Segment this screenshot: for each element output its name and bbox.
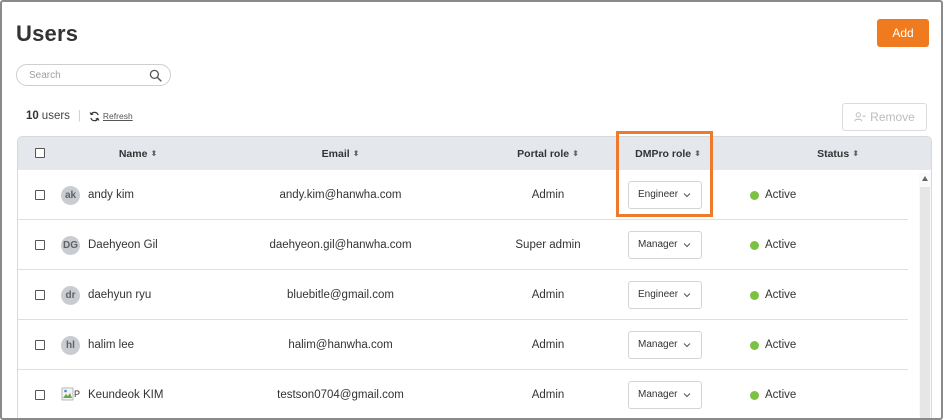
- search-input[interactable]: [29, 68, 149, 83]
- status-text: Active: [765, 239, 797, 251]
- search-icon[interactable]: [149, 69, 162, 82]
- sort-icon[interactable]: ⬍: [353, 137, 360, 170]
- dmpro-role-value: Manager: [638, 339, 678, 350]
- dmpro-role-value: Manager: [638, 239, 678, 250]
- dmpro-role-select[interactable]: Manager: [628, 231, 702, 259]
- dmpro-role-select[interactable]: Engineer: [628, 281, 702, 309]
- status-text: Active: [765, 339, 797, 351]
- user-count-unit: users: [41, 110, 70, 122]
- column-header-dmpro-role[interactable]: DMPro role ⬍: [618, 137, 718, 170]
- remove-button-label: Remove: [870, 110, 915, 124]
- dmpro-role-select[interactable]: Manager: [628, 331, 702, 359]
- remove-user-icon: [854, 112, 866, 122]
- dmpro-role-select[interactable]: Manager: [628, 381, 702, 409]
- user-email: testson0704@gmail.com: [277, 389, 404, 401]
- avatar: dr: [61, 286, 80, 305]
- user-email: halim@hanwha.com: [288, 339, 393, 351]
- status-indicator: [750, 241, 759, 250]
- user-count: 10: [26, 110, 39, 122]
- column-header-email-label: Email: [321, 148, 350, 160]
- user-count-row: 10 users | Refresh: [26, 110, 133, 122]
- status-indicator: [750, 291, 759, 300]
- row-checkbox[interactable]: [35, 290, 45, 300]
- sort-icon[interactable]: ⬍: [694, 137, 701, 170]
- row-checkbox[interactable]: [35, 240, 45, 250]
- avatar-alt-text: P: [74, 389, 80, 399]
- portal-role: Admin: [531, 389, 565, 401]
- scroll-up-arrow-icon[interactable]: [922, 176, 928, 181]
- table-row[interactable]: dr daehyun ryu bluebitle@gmail.com Admin…: [18, 270, 908, 320]
- portal-role: Admin: [531, 339, 565, 351]
- table-row[interactable]: hl halim lee halim@hanwha.com Admin Mana…: [18, 320, 908, 370]
- user-name: Daehyeon Gil: [88, 239, 158, 251]
- refresh-link[interactable]: Refresh: [103, 111, 133, 121]
- add-button[interactable]: Add: [877, 19, 929, 47]
- search-box[interactable]: [16, 64, 171, 86]
- column-header-portal-role-label: Portal role: [517, 148, 570, 160]
- user-name: Keundeok KIM: [88, 389, 164, 401]
- user-email: andy.kim@hanwha.com: [279, 189, 402, 201]
- column-header-portal-role[interactable]: Portal role ⬍: [473, 137, 623, 170]
- sort-icon[interactable]: ⬍: [852, 137, 859, 170]
- column-header-email[interactable]: Email ⬍: [213, 137, 468, 170]
- chevron-down-icon: [683, 393, 691, 398]
- sort-icon[interactable]: ⬍: [150, 137, 157, 170]
- remove-button[interactable]: Remove: [842, 103, 927, 131]
- portal-role: Super admin: [515, 239, 581, 251]
- row-checkbox[interactable]: [35, 340, 45, 350]
- portal-role: Admin: [531, 189, 565, 201]
- users-table: Name ⬍ Email ⬍ Portal role ⬍ DMPro role ⬍ St…: [17, 136, 932, 418]
- status-indicator: [750, 341, 759, 350]
- user-name: andy kim: [88, 189, 135, 201]
- dmpro-role-value: Engineer: [638, 189, 679, 200]
- broken-image-icon: P: [61, 387, 80, 401]
- avatar: hl: [61, 336, 80, 355]
- table-header: Name ⬍ Email ⬍ Portal role ⬍ DMPro role ⬍ St…: [18, 137, 931, 170]
- status-text: Active: [765, 289, 797, 301]
- sort-icon[interactable]: ⬍: [572, 137, 579, 170]
- select-all-checkbox[interactable]: [35, 148, 45, 158]
- column-header-name[interactable]: Name ⬍: [78, 137, 198, 170]
- user-email: daehyeon.gil@hanwha.com: [269, 239, 412, 251]
- users-page: Users Add 10 users | Refresh Remove: [0, 0, 943, 420]
- status-text: Active: [765, 389, 797, 401]
- portal-role: Admin: [531, 289, 565, 301]
- refresh-icon[interactable]: [89, 111, 100, 122]
- table-row[interactable]: DG Daehyeon Gil daehyeon.gil@hanwha.com …: [18, 220, 908, 270]
- chevron-down-icon: [683, 193, 691, 198]
- dmpro-role-value: Engineer: [638, 289, 679, 300]
- column-header-dmpro-role-label: DMPro role: [635, 148, 692, 160]
- column-header-name-label: Name: [118, 148, 148, 160]
- status-text: Active: [765, 189, 797, 201]
- avatar: ak: [61, 186, 80, 205]
- row-checkbox[interactable]: [35, 390, 45, 400]
- user-name: halim lee: [88, 339, 135, 351]
- page-title: Users: [16, 21, 79, 46]
- column-header-status-label: Status: [817, 148, 850, 160]
- row-checkbox[interactable]: [35, 190, 45, 200]
- user-name: daehyun ryu: [88, 289, 152, 301]
- table-scrollbar[interactable]: [919, 173, 931, 418]
- dmpro-role-select[interactable]: Engineer: [628, 181, 702, 209]
- chevron-down-icon: [683, 243, 691, 248]
- chevron-down-icon: [683, 293, 691, 298]
- status-indicator: [750, 391, 759, 400]
- chevron-down-icon: [683, 343, 691, 348]
- dmpro-role-value: Manager: [638, 389, 678, 400]
- user-email: bluebitle@gmail.com: [287, 289, 394, 301]
- scroll-thumb[interactable]: [920, 187, 930, 418]
- avatar: DG: [61, 236, 80, 255]
- table-row[interactable]: ak andy kim andy.kim@hanwha.com Admin En…: [18, 170, 908, 220]
- status-indicator: [750, 191, 759, 200]
- divider: |: [77, 110, 81, 122]
- table-row[interactable]: P Keundeok KIM testson0704@gmail.com Adm…: [18, 370, 908, 418]
- column-header-status[interactable]: Status ⬍: [758, 137, 918, 170]
